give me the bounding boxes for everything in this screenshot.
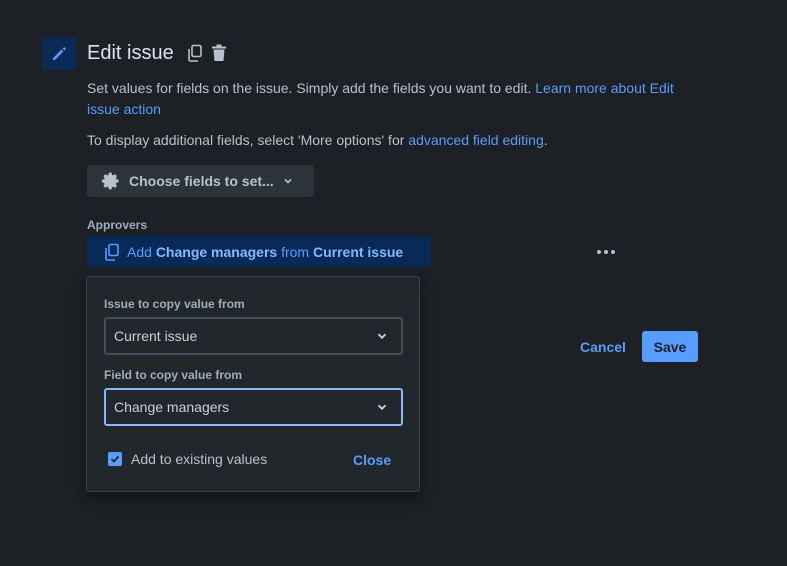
pill-prefix: Add — [127, 243, 152, 260]
description-advanced-text: To display additional fields, select 'Mo… — [87, 132, 405, 148]
pill-source: Current issue — [312, 243, 404, 260]
pill-field: Change managers — [155, 243, 278, 260]
chevron-down-icon — [284, 178, 292, 184]
issue-select-value: Current issue — [114, 328, 198, 344]
page-title: Edit issue — [87, 42, 174, 64]
description-period: . — [543, 132, 548, 148]
add-existing-row: Add to existing values — [108, 451, 267, 467]
advanced-field-editing-link[interactable]: advanced field editing — [408, 132, 543, 148]
check-icon — [110, 455, 120, 463]
add-existing-checkbox[interactable] — [108, 452, 122, 466]
choose-fields-label: Choose fields to set... — [129, 173, 274, 189]
close-button[interactable]: Close — [353, 452, 391, 468]
description: Set values for fields on the issue. Simp… — [87, 78, 707, 120]
issue-label: Issue to copy value from — [104, 297, 245, 311]
copy-value-popup: Issue to copy value from Current issue F… — [86, 276, 420, 492]
field-label: Field to copy value from — [104, 368, 243, 382]
copy-value-pill[interactable]: Add Change managers from Current issue — [87, 236, 431, 267]
approvers-label: Approvers — [87, 218, 148, 232]
gear-icon — [101, 172, 119, 190]
copy-icon[interactable] — [186, 44, 204, 62]
chevron-down-icon — [377, 333, 387, 340]
cancel-button[interactable]: Cancel — [572, 331, 634, 362]
pill-mid: from — [281, 243, 310, 260]
chevron-down-icon — [377, 404, 387, 411]
field-select[interactable]: Change managers — [104, 388, 403, 426]
description-text: Set values for fields on the issue. Simp… — [87, 80, 532, 96]
edit-action-icon-box — [42, 37, 76, 70]
save-button[interactable]: Save — [642, 331, 698, 362]
issue-select[interactable]: Current issue — [104, 317, 403, 355]
choose-fields-button[interactable]: Choose fields to set... — [87, 165, 314, 197]
more-options-icon[interactable] — [594, 242, 618, 262]
description-advanced: To display additional fields, select 'Mo… — [87, 131, 707, 149]
copy-icon — [105, 243, 119, 261]
pencil-icon — [53, 46, 66, 60]
title-actions — [186, 44, 228, 62]
field-select-value: Change managers — [114, 399, 230, 415]
trash-icon[interactable] — [210, 44, 228, 62]
add-existing-label: Add to existing values — [131, 451, 268, 467]
